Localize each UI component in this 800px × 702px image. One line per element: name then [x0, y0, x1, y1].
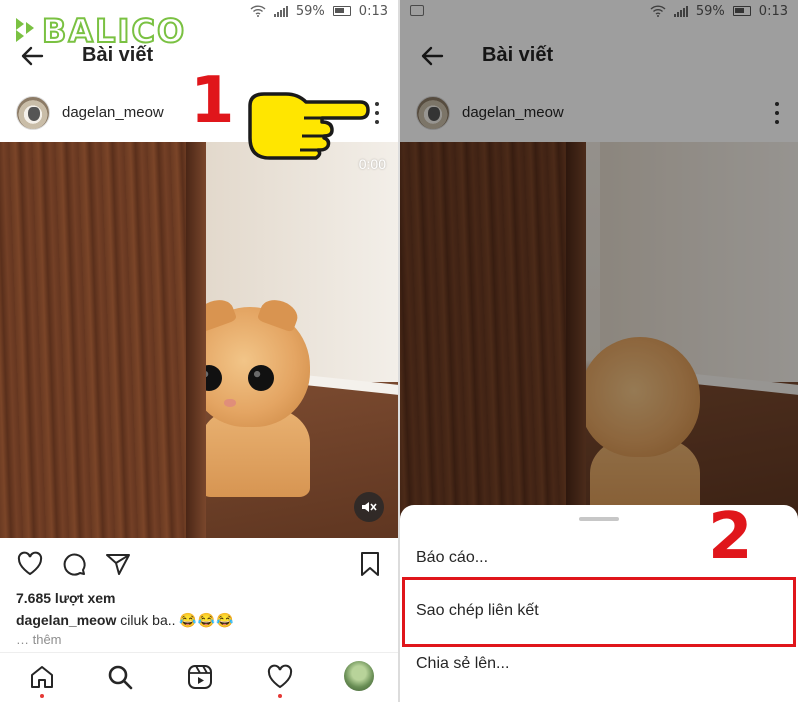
post-video[interactable]: 0:00 [0, 142, 398, 538]
step-1-label: 1 [190, 64, 235, 138]
home-icon[interactable] [28, 663, 56, 691]
post-caption: dagelan_meow ciluk ba.. 😂😂😂 [16, 612, 235, 629]
activity-notification-dot [278, 694, 282, 698]
view-count: 7.685 lượt xem [16, 590, 116, 606]
menu-item-share-to[interactable]: Chia sẻ lên... [416, 655, 509, 673]
author-username[interactable]: dagelan_meow [62, 104, 164, 121]
author-avatar[interactable] [16, 96, 50, 130]
cat-image [190, 295, 320, 497]
profile-avatar[interactable] [344, 661, 374, 691]
home-notification-dot [40, 694, 44, 698]
like-icon[interactable] [16, 550, 44, 578]
brand-logo-text: BALICO [41, 11, 187, 51]
right-screen: 59% 0:13 Bài viết dagelan_meow Báo cáo..… [400, 0, 798, 702]
caption-emoji: 😂😂😂 [179, 612, 235, 628]
pointing-hand-icon [248, 92, 370, 160]
search-icon[interactable] [106, 663, 134, 691]
clock: 0:13 [358, 3, 388, 19]
signal-icon [273, 5, 288, 17]
step-2-label: 2 [708, 500, 753, 574]
battery-percent: 59% [295, 3, 325, 19]
wifi-icon [250, 5, 266, 17]
caption-text: ciluk ba.. [116, 612, 176, 628]
comment-icon[interactable] [60, 550, 88, 578]
caption-more-link[interactable]: … thêm [16, 632, 62, 647]
left-screen: 59% 0:13 Bài viết dagelan_meow 0:00 7.68… [0, 0, 398, 702]
wooden-door [0, 142, 205, 538]
brand-logo-icon [16, 18, 34, 42]
sheet-drag-handle[interactable] [579, 517, 619, 521]
bottom-nav [0, 652, 398, 702]
mute-icon[interactable] [354, 492, 384, 522]
post-actions [0, 546, 398, 582]
more-options-icon[interactable] [372, 102, 382, 124]
menu-item-report[interactable]: Báo cáo... [416, 549, 488, 567]
heart-icon[interactable] [266, 663, 294, 691]
status-bar: 59% 0:13 [250, 0, 388, 22]
copy-link-highlight [402, 577, 796, 647]
reels-icon[interactable] [186, 663, 214, 691]
share-icon[interactable] [104, 550, 132, 578]
bookmark-icon[interactable] [356, 550, 384, 578]
brand-logo: BALICO [14, 11, 187, 51]
battery-icon [332, 6, 351, 16]
caption-username[interactable]: dagelan_meow [16, 612, 116, 628]
